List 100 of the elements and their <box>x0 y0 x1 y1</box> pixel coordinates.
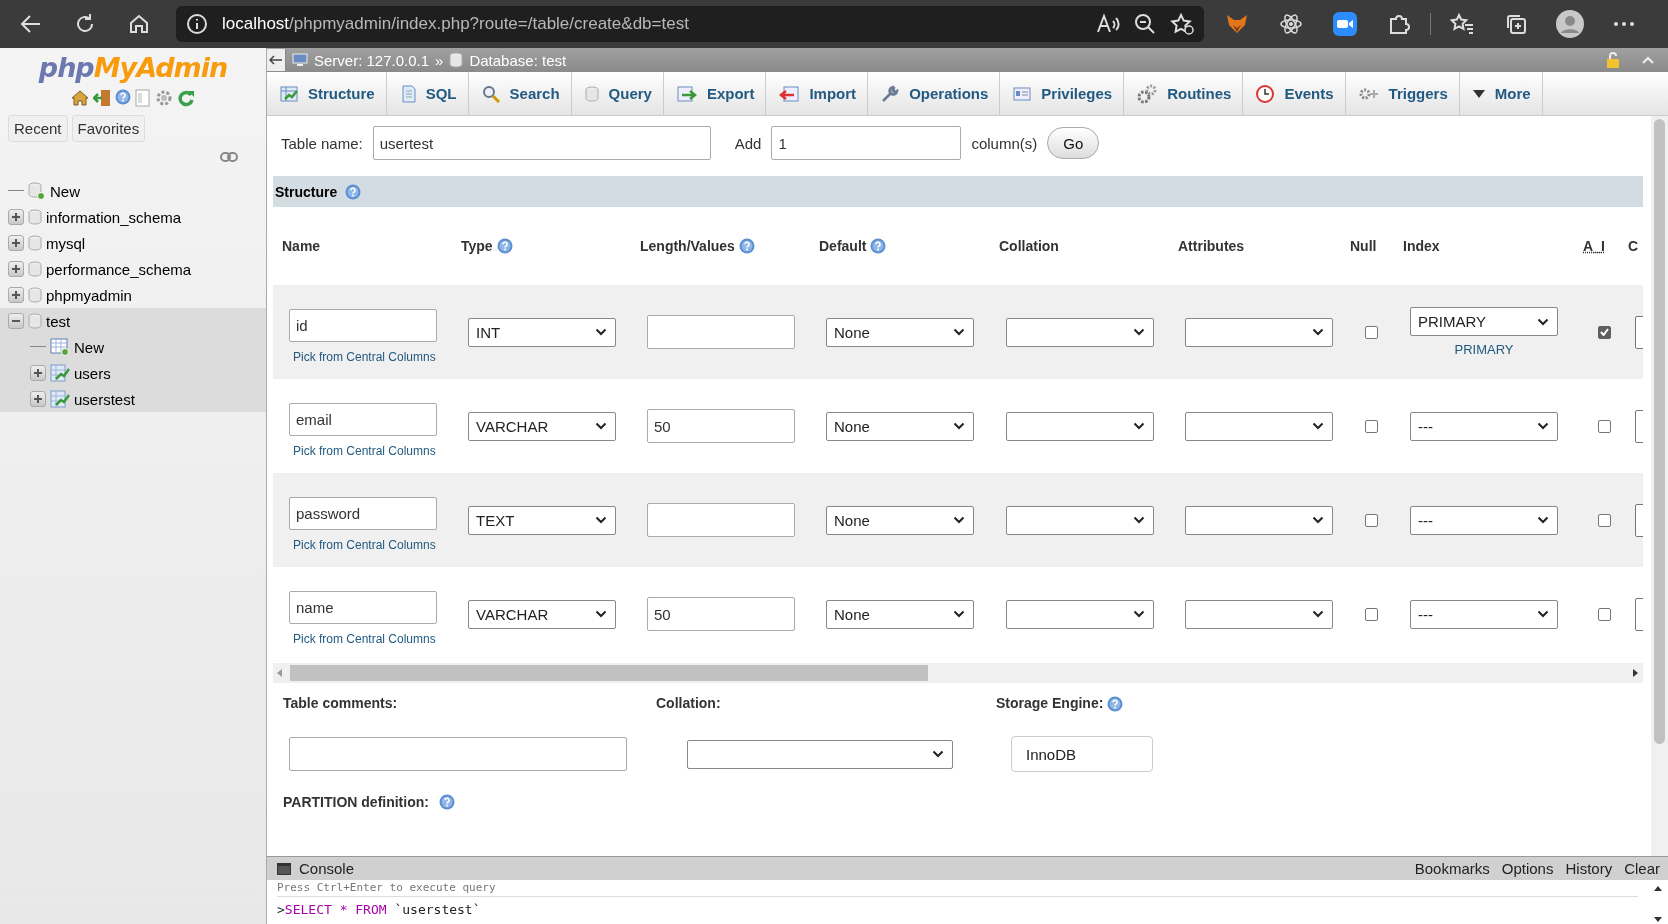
length-field[interactable]: 50 <box>647 597 795 631</box>
collation-dropdown[interactable] <box>1006 505 1154 535</box>
tree-item-label[interactable]: users <box>74 364 111 382</box>
length-field[interactable] <box>647 315 795 349</box>
collation-dropdown[interactable] <box>1006 411 1154 441</box>
console-link[interactable]: History <box>1565 860 1613 877</box>
tab[interactable]: Triggers <box>1345 72 1460 115</box>
collections-icon[interactable] <box>1505 13 1527 35</box>
auto-increment-checkbox[interactable] <box>1598 513 1611 527</box>
logo[interactable]: phpMyAdmin <box>0 52 266 83</box>
vertical-scrollbar[interactable] <box>1651 116 1668 856</box>
tab[interactable]: Export <box>663 72 767 115</box>
auto-increment-checkbox[interactable] <box>1598 607 1611 621</box>
auto-increment-checkbox[interactable] <box>1598 419 1611 433</box>
read-aloud-icon[interactable] <box>1096 13 1120 35</box>
collation-dropdown[interactable] <box>687 739 953 769</box>
scroll-up-icon[interactable] <box>1654 886 1662 891</box>
nav-button[interactable]: Favorites <box>71 115 146 142</box>
link-icon[interactable] <box>220 152 238 162</box>
scroll-right-icon[interactable] <box>1633 669 1638 677</box>
tree-item-label[interactable]: userstest <box>74 390 135 408</box>
tab[interactable]: Routines <box>1124 72 1244 115</box>
expand-button[interactable] <box>8 209 24 225</box>
fox-icon[interactable] <box>1225 13 1249 35</box>
zoom-out-icon[interactable] <box>1134 13 1156 35</box>
tab[interactable]: Query <box>571 72 664 115</box>
storage-engine-field[interactable]: InnoDB <box>1011 736 1153 773</box>
go-button[interactable]: Go <box>1047 127 1100 159</box>
type-dropdown[interactable]: VARCHAR <box>468 599 616 629</box>
atom-icon[interactable] <box>1279 12 1303 36</box>
attributes-dropdown[interactable] <box>1185 317 1333 347</box>
attributes-dropdown[interactable] <box>1185 411 1333 441</box>
home-icon[interactable] <box>128 13 150 35</box>
favorites-icon[interactable] <box>1450 13 1474 35</box>
tree-item-label[interactable]: New <box>74 338 104 356</box>
index-dropdown[interactable]: --- <box>1410 505 1558 535</box>
collation-dropdown[interactable] <box>1006 599 1154 629</box>
query-text[interactable]: >SELECT * FROM `userstest` <box>277 902 1638 917</box>
column-name-field[interactable]: id <box>289 308 437 342</box>
console-title[interactable]: Console <box>299 860 355 877</box>
tab[interactable]: Events <box>1243 72 1346 115</box>
tab[interactable]: Privileges <box>1000 72 1125 115</box>
console-link[interactable]: Bookmarks <box>1414 860 1490 877</box>
settings-icon[interactable] <box>155 89 173 107</box>
pick-columns-link[interactable]: Pick from Central Columns <box>289 631 436 646</box>
expand-button[interactable] <box>8 287 24 303</box>
auto-increment-checkbox[interactable] <box>1598 325 1611 339</box>
column-name-field[interactable]: password <box>289 496 437 530</box>
column-count-field[interactable]: 1 <box>771 126 962 160</box>
tree-item-label[interactable]: phpmyadmin <box>46 286 132 304</box>
null-checkbox[interactable] <box>1365 513 1378 527</box>
info-icon[interactable] <box>186 13 208 35</box>
tab[interactable]: Operations <box>868 72 1001 115</box>
column-name-field[interactable]: email <box>289 402 437 436</box>
type-dropdown[interactable]: TEXT <box>468 505 616 535</box>
home-icon[interactable] <box>71 89 89 107</box>
tab[interactable]: Search <box>468 72 572 115</box>
collation-dropdown[interactable] <box>1006 317 1154 347</box>
back-arrow-icon[interactable] <box>269 55 283 65</box>
scroll-down-icon[interactable] <box>1654 917 1662 922</box>
puzzle-icon[interactable] <box>1388 13 1410 35</box>
pick-columns-link[interactable]: Pick from Central Columns <box>289 537 436 552</box>
reload-icon[interactable] <box>177 89 195 107</box>
exit-icon[interactable] <box>93 89 111 107</box>
attributes-dropdown[interactable] <box>1185 599 1333 629</box>
attributes-dropdown[interactable] <box>1185 505 1333 535</box>
back-icon[interactable] <box>20 13 42 35</box>
table-comments-field[interactable] <box>289 737 627 772</box>
expand-button[interactable] <box>8 235 24 251</box>
scroll-left-icon[interactable] <box>277 669 282 677</box>
default-dropdown[interactable]: None <box>826 317 974 347</box>
type-dropdown[interactable]: INT <box>468 317 616 347</box>
expand-button[interactable] <box>30 365 46 381</box>
refresh-icon[interactable] <box>74 13 96 35</box>
tree-item-label[interactable]: New <box>50 182 80 200</box>
length-field[interactable]: 50 <box>647 409 795 443</box>
more-icon[interactable] <box>1613 21 1635 27</box>
collapse-button[interactable] <box>8 313 24 329</box>
default-dropdown[interactable]: None <box>826 505 974 535</box>
default-dropdown[interactable]: None <box>826 599 974 629</box>
pick-columns-link[interactable]: Pick from Central Columns <box>289 349 436 364</box>
avatar-icon[interactable] <box>1556 10 1584 38</box>
video-camera-icon[interactable] <box>1333 12 1357 36</box>
null-checkbox[interactable] <box>1365 607 1378 621</box>
tab[interactable]: SQL <box>386 72 469 115</box>
tree-item-label[interactable]: information_schema <box>46 208 182 226</box>
expand-button[interactable] <box>8 261 24 277</box>
column-name-field[interactable]: name <box>289 590 437 624</box>
collapse-icon[interactable] <box>1642 56 1654 64</box>
tree-item-label[interactable]: performance_schema <box>46 260 192 278</box>
type-dropdown[interactable]: VARCHAR <box>468 411 616 441</box>
table-name-field[interactable]: usertest <box>372 126 711 160</box>
pick-columns-link[interactable]: Pick from Central Columns <box>289 443 436 458</box>
console-link[interactable]: Clear <box>1624 860 1660 877</box>
tab[interactable]: Import <box>766 72 869 115</box>
null-checkbox[interactable] <box>1365 419 1378 433</box>
length-field[interactable] <box>647 503 795 537</box>
nav-button[interactable]: Recent <box>8 115 68 142</box>
address-bar[interactable]: localhost/phpmyadmin/index.php?route=/table/create&db=test <box>176 6 1204 42</box>
expand-button[interactable] <box>30 391 46 407</box>
